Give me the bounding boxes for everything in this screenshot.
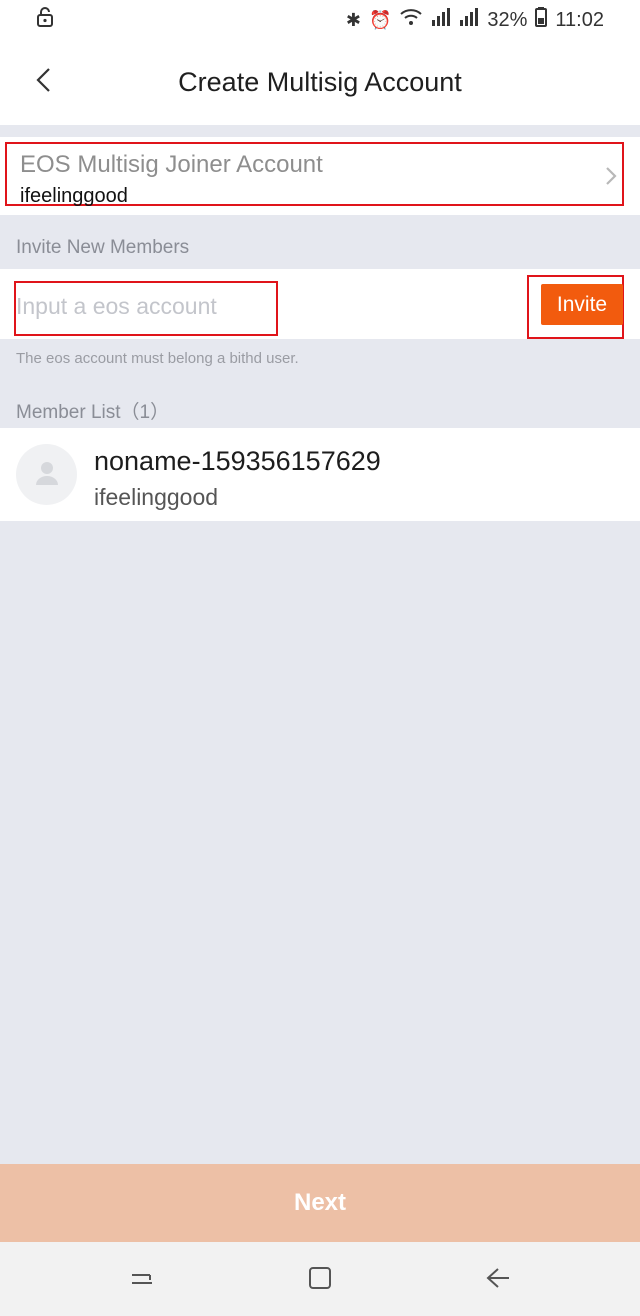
back-icon — [484, 1266, 512, 1295]
status-bar: ✱ ⏰ 32% 11:02 — [0, 0, 640, 40]
back-button[interactable] — [24, 62, 64, 102]
invite-hint: The eos account must belong a bithd user… — [16, 350, 299, 367]
status-icons: ✱ ⏰ 32% 11:02 — [346, 7, 604, 33]
list-item: noname-159356157629 ifeelinggood — [0, 428, 640, 521]
wifi-icon — [399, 8, 423, 32]
battery-percent: 32% — [487, 8, 528, 31]
status-time: 11:02 — [555, 8, 604, 31]
member-list-label: Member List（1） — [16, 402, 170, 423]
joiner-account-selector[interactable]: EOS Multisig Joiner Account ifeelinggood — [0, 137, 640, 215]
joiner-account-value: ifeelinggood — [20, 185, 128, 207]
chevron-right-icon — [604, 165, 618, 192]
battery-icon — [535, 7, 548, 33]
lock-icon — [36, 7, 54, 33]
avatar — [16, 444, 77, 505]
member-account: ifeelinggood — [94, 484, 219, 510]
invite-row: Invite — [0, 269, 640, 339]
recent-apps-icon — [128, 1267, 156, 1294]
next-button[interactable]: Next — [0, 1164, 640, 1242]
invite-section-label: Invite New Members — [16, 237, 190, 258]
home-button[interactable] — [300, 1264, 340, 1296]
nav-back-button[interactable] — [478, 1264, 518, 1296]
alarm-icon: ⏰ — [368, 9, 392, 30]
user-avatar-icon — [33, 458, 61, 491]
navigation-bar — [0, 1242, 640, 1316]
eos-account-input[interactable] — [16, 289, 271, 323]
joiner-account-label: EOS Multisig Joiner Account — [20, 151, 323, 178]
chevron-left-icon — [34, 67, 54, 98]
bluetooth-icon: ✱ — [345, 9, 361, 30]
header: Create Multisig Account — [0, 40, 640, 125]
recent-apps-button[interactable] — [122, 1264, 162, 1296]
home-icon — [307, 1265, 333, 1296]
signal-icon — [431, 8, 451, 32]
page-title: Create Multisig Account — [178, 67, 462, 97]
signal-3g-icon — [459, 8, 479, 32]
invite-button[interactable]: Invite — [541, 284, 623, 325]
member-name: noname-159356157629 — [94, 446, 381, 476]
